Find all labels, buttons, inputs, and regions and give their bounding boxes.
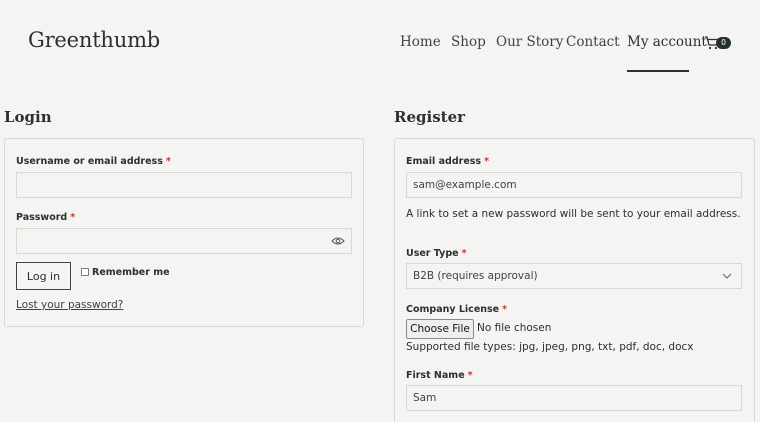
email-label: Email address * [406, 156, 490, 167]
login-title: Login [4, 108, 52, 126]
main-nav: Home Shop Our Story Contact My account [0, 34, 760, 74]
chevron-down-icon [722, 273, 732, 279]
password-input[interactable] [16, 228, 352, 254]
first-name-input[interactable] [406, 385, 742, 411]
login-button[interactable]: Log in [16, 262, 71, 290]
file-types-hint: Supported file types: jpg, jpeg, png, tx… [406, 341, 694, 353]
user-type-label: User Type * [406, 248, 467, 259]
username-label: Username or email address * [16, 156, 171, 167]
remember-me-label[interactable]: Remember me [92, 267, 170, 278]
show-password-icon[interactable] [331, 236, 345, 246]
choose-file-button[interactable]: Choose File [406, 319, 474, 339]
password-label: Password * [16, 212, 76, 223]
company-license-label: Company License * [406, 304, 508, 315]
lost-password-link[interactable]: Lost your password? [16, 299, 123, 311]
nav-contact[interactable]: Contact [566, 34, 620, 50]
first-name-label: First Name * [406, 370, 473, 381]
register-title: Register [394, 108, 466, 126]
no-file-text: No file chosen [477, 322, 552, 334]
nav-our-story[interactable]: Our Story [496, 34, 563, 50]
remember-me-checkbox[interactable] [81, 268, 89, 276]
nav-shop[interactable]: Shop [451, 34, 486, 50]
email-hint: A link to set a new password will be sen… [406, 208, 741, 220]
user-type-value: B2B (requires approval) [413, 270, 538, 282]
username-input[interactable] [16, 172, 352, 198]
user-type-select[interactable]: B2B (requires approval) [406, 263, 742, 289]
nav-home[interactable]: Home [400, 34, 441, 50]
cart-count-badge: 0 [716, 37, 731, 49]
nav-my-account[interactable]: My account [627, 34, 707, 50]
email-input[interactable] [406, 172, 742, 198]
nav-active-indicator [627, 70, 689, 72]
